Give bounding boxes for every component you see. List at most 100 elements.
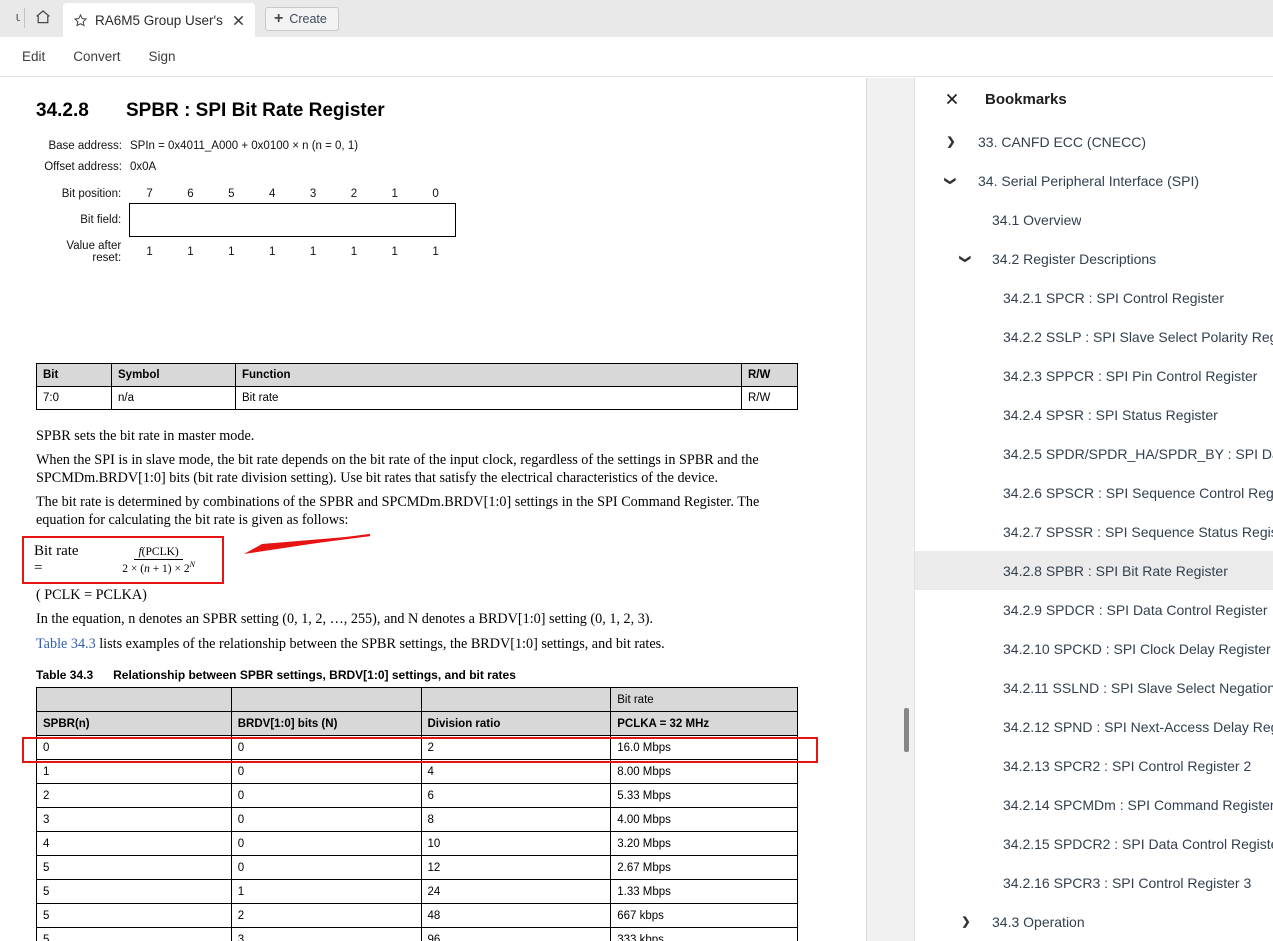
bit-field-box [129, 203, 456, 237]
table-row: 4 0 10 3.20 Mbps [36, 831, 798, 856]
base-address-label: Base address: [48, 140, 122, 152]
bit-position-row: Bit position: 7 6 5 4 3 2 1 0 [36, 188, 456, 200]
bit-field-diagram: Bit position: 7 6 5 4 3 2 1 0 Bit field:… [36, 188, 456, 264]
bookmark-label: 34.2.12 SPND : SPI Next-Access Delay Reg… [1003, 718, 1273, 735]
bit-field-row: Bit field: [36, 203, 456, 237]
table-34-3-link[interactable]: Table 34.3 [36, 636, 96, 652]
reset-value-cell: 1 [350, 246, 358, 258]
table-header-row: Bit Symbol Function R/W [36, 363, 798, 387]
arrow-to-equation-icon [244, 533, 371, 554]
den-pre: 2 × ( [122, 563, 145, 575]
bookmark-label: 34.2.14 SPCMDm : SPI Command Register m … [1003, 796, 1273, 813]
close-icon[interactable] [941, 88, 963, 110]
cell-spbr: 5 [36, 855, 232, 880]
bookmark-item[interactable]: 34.2.13 SPCR2 : SPI Control Register 2 [915, 746, 1273, 785]
home-icon [36, 9, 50, 23]
table-header-row-top: Bit rate [36, 687, 798, 712]
equation-denominator: 2 × (n + 1) × 2N [118, 560, 199, 575]
chevron-right-icon[interactable]: ❯ [958, 914, 974, 930]
bookmark-item[interactable]: 34.2.14 SPCMDm : SPI Command Register m … [915, 785, 1273, 824]
cell-rw: R/W [741, 386, 798, 410]
cell-brdv: 0 [230, 831, 422, 856]
col-header-function: Function [235, 363, 742, 387]
equation-lhs: Bit rate = [34, 543, 79, 576]
cell-division: 48 [420, 903, 612, 928]
bookmark-item[interactable]: 34.2.10 SPCKD : SPI Clock Delay Register [915, 629, 1273, 668]
table-row: 3 0 8 4.00 Mbps [36, 807, 798, 832]
document-tab[interactable]: RA6M5 Group User's M… [63, 3, 255, 37]
menu-overflow-text[interactable]: u [0, 0, 20, 37]
bookmark-item[interactable]: 34.2.4 SPSR : SPI Status Register [915, 395, 1273, 434]
cell-brdv: 0 [230, 735, 422, 760]
bookmark-label: 34.2.15 SPDCR2 : SPI Data Control Regist… [1003, 835, 1273, 852]
bookmark-item[interactable]: 34.2.7 SPSSR : SPI Sequence Status Regis… [915, 512, 1273, 551]
bookmark-item[interactable]: ❯ 33. CANFD ECC (CNECC) [915, 122, 1273, 161]
chevron-down-icon[interactable]: ❯ [943, 173, 959, 189]
chevron-down-icon[interactable]: ❯ [958, 251, 974, 267]
paragraph-2: When the SPI is in slave mode, the bit r… [36, 452, 759, 486]
toolbar-item-sign[interactable]: Sign [139, 43, 186, 70]
close-icon[interactable] [229, 11, 247, 29]
table-header-row: SPBR(n) BRDV[1:0] bits (N) Division rati… [36, 711, 798, 736]
chevron-right-icon[interactable]: ❯ [943, 134, 959, 150]
bookmark-item[interactable]: 34.2.3 SPPCR : SPI Pin Control Register [915, 356, 1273, 395]
vertical-scrollbar[interactable] [898, 78, 914, 941]
bookmark-label: 34.2.11 SSLND : SPI Slave Select Negatio… [1003, 679, 1273, 696]
create-button[interactable]: + Create [265, 7, 339, 31]
col-header-bit: Bit [36, 363, 112, 387]
bit-position-cell: 5 [228, 188, 235, 200]
bookmark-item[interactable]: 34.2.11 SSLND : SPI Slave Select Negatio… [915, 668, 1273, 707]
toolbar-item-convert[interactable]: Convert [63, 43, 130, 70]
pdf-page: 34.2.8 SPBR : SPI Bit Rate Register Base… [0, 78, 866, 941]
hdr-spacer-b [230, 687, 422, 712]
hdr-spacer-a [36, 687, 232, 712]
cell-division: 8 [420, 807, 612, 832]
cell-brdv: 0 [230, 807, 422, 832]
star-icon[interactable] [73, 13, 88, 28]
home-button[interactable] [25, 0, 61, 37]
document-viewer[interactable]: 34.2.8 SPBR : SPI Bit Rate Register Base… [0, 78, 866, 941]
offset-address-label: Offset address: [44, 161, 122, 173]
bookmark-item[interactable]: 34.2.15 SPDCR2 : SPI Data Control Regist… [915, 824, 1273, 863]
register-bits-table: Bit Symbol Function R/W 7:0 n/a Bit rate… [36, 363, 798, 410]
value-after-reset-row: Value after reset: 1 1 1 1 1 1 1 1 [36, 240, 456, 264]
col-header-symbol: Symbol [111, 363, 236, 387]
bookmark-item[interactable]: 34.2.1 SPCR : SPI Control Register [915, 278, 1273, 317]
cell-spbr: 4 [36, 831, 232, 856]
create-button-label: Create [289, 12, 327, 26]
bookmark-label: 34.1 Overview [992, 211, 1082, 228]
reset-value-cell: 1 [187, 246, 194, 258]
bookmark-item[interactable]: 34.2.16 SPCR3 : SPI Control Register 3 [915, 863, 1273, 902]
equation-numerator-rest: (PCLK) [141, 546, 179, 558]
col-header-spbr: SPBR(n) [36, 711, 232, 736]
cell-bitrate: 1.33 Mbps [610, 879, 798, 904]
bookmark-item[interactable]: 34.2.12 SPND : SPI Next-Access Delay Reg… [915, 707, 1273, 746]
cell-division: 24 [420, 879, 612, 904]
toolbar-item-edit[interactable]: Edit [12, 43, 55, 70]
bookmark-item[interactable]: 34.2.2 SSLP : SPI Slave Select Polarity … [915, 317, 1273, 356]
bookmark-item[interactable]: ❯ 34. Serial Peripheral Interface (SPI) [915, 161, 1273, 200]
cell-brdv: 0 [230, 783, 422, 808]
scrollbar-thumb[interactable] [904, 708, 909, 752]
base-address-row: Base address: SPIn = 0x4011_A000 + 0x010… [36, 140, 358, 152]
offset-address-value: 0x0A [130, 161, 157, 173]
equation-fraction: f(PCLK) 2 × (n + 1) × 2N [95, 543, 222, 577]
cell-bitrate: 2.67 Mbps [610, 855, 798, 880]
bookmark-item[interactable]: 34.2.6 SPSCR : SPI Sequence Control Regi… [915, 473, 1273, 512]
bookmark-item[interactable]: ❯ 34.2 Register Descriptions [915, 239, 1273, 278]
bookmark-item[interactable]: 34.2.5 SPDR/SPDR_HA/SPDR_BY : SPI Data R… [915, 434, 1273, 473]
bookmark-item[interactable]: ❯ 34.3 Operation [915, 902, 1273, 941]
bookmark-label: 34.3 Operation [992, 913, 1085, 930]
bookmark-label: 34.2.10 SPCKD : SPI Clock Delay Register [1003, 640, 1271, 657]
bookmark-item[interactable]: 34.1 Overview [915, 200, 1273, 239]
bookmark-label: 34.2.3 SPPCR : SPI Pin Control Register [1003, 367, 1258, 384]
section-title: SPBR : SPI Bit Rate Register [126, 100, 385, 121]
hdr-spacer-c [420, 687, 612, 712]
bookmarks-header: Bookmarks [915, 78, 1273, 120]
cell-function: Bit rate [235, 386, 742, 410]
paragraph-5-rest: lists examples of the relationship betwe… [95, 636, 665, 652]
bookmark-item[interactable]: 34.2.9 SPDCR : SPI Data Control Register [915, 590, 1273, 629]
bit-position-cell: 1 [391, 188, 398, 200]
bookmark-item-selected[interactable]: 34.2.8 SPBR : SPI Bit Rate Register [915, 551, 1273, 590]
cell-bitrate: 333 kbps [610, 927, 798, 941]
